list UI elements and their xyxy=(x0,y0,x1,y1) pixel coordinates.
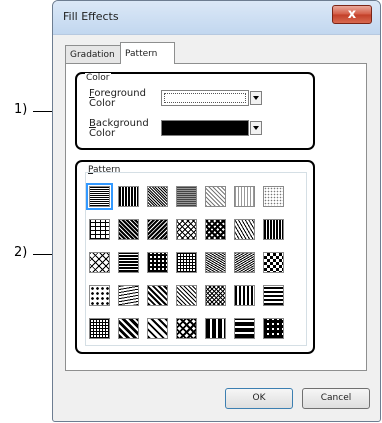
pattern-option-30[interactable] xyxy=(118,318,139,339)
pattern-option-12[interactable] xyxy=(205,219,226,240)
focus-indicator xyxy=(164,93,246,103)
pattern-group: Pattern xyxy=(75,160,315,354)
pattern-option-16[interactable] xyxy=(118,252,139,273)
pattern-option-21[interactable] xyxy=(263,252,284,273)
tab-pattern[interactable]: Pattern xyxy=(120,42,175,64)
pattern-option-31[interactable] xyxy=(147,318,168,339)
tab-gradation[interactable]: Gradation xyxy=(65,45,122,63)
pattern-option-24[interactable] xyxy=(147,285,168,306)
close-button[interactable]: x xyxy=(332,5,372,24)
pattern-option-32[interactable] xyxy=(176,318,197,339)
pattern-option-7[interactable] xyxy=(263,186,284,207)
dialog-title: Fill Effects xyxy=(63,10,119,23)
title-bar: Fill Effects x xyxy=(53,1,380,35)
pattern-option-1[interactable] xyxy=(86,183,113,210)
pattern-option-4[interactable] xyxy=(176,186,197,207)
pattern-option-8[interactable] xyxy=(89,219,110,240)
color-group: Color Foreground Color Background Color xyxy=(75,72,315,150)
background-color-dropdown[interactable] xyxy=(250,121,262,135)
callout-2: 2) xyxy=(14,245,28,260)
pattern-option-28[interactable] xyxy=(263,285,284,306)
pattern-option-15[interactable] xyxy=(89,252,110,273)
pattern-grid xyxy=(85,172,307,346)
pattern-option-11[interactable] xyxy=(176,219,197,240)
ok-button[interactable]: OK xyxy=(225,388,293,409)
color-group-title: Color xyxy=(85,73,111,83)
foreground-color-label-line2: Color xyxy=(89,98,116,109)
background-color-label: Background Color xyxy=(89,119,149,139)
pattern-option-25[interactable] xyxy=(176,285,197,306)
pattern-option-23[interactable] xyxy=(118,285,139,306)
foreground-color-swatch[interactable] xyxy=(161,90,249,106)
pattern-option-2[interactable] xyxy=(118,186,139,207)
pattern-option-35[interactable] xyxy=(263,318,284,339)
pattern-option-22[interactable] xyxy=(89,285,110,306)
pattern-option-17[interactable] xyxy=(147,252,168,273)
pattern-option-13[interactable] xyxy=(234,219,255,240)
foreground-color-label: Foreground Color xyxy=(89,89,146,109)
cancel-button[interactable]: Cancel xyxy=(302,388,370,409)
pattern-option-5[interactable] xyxy=(205,186,226,207)
pattern-option-6[interactable] xyxy=(234,186,255,207)
foreground-color-dropdown[interactable] xyxy=(250,91,262,105)
pattern-option-3[interactable] xyxy=(147,186,168,207)
pattern-option-29[interactable] xyxy=(89,318,110,339)
callout-1: 1) xyxy=(14,102,28,117)
pattern-option-26[interactable] xyxy=(205,285,226,306)
close-icon: x xyxy=(347,7,357,22)
pattern-option-19[interactable] xyxy=(205,252,226,273)
pattern-option-20[interactable] xyxy=(234,252,255,273)
pattern-option-10[interactable] xyxy=(147,219,168,240)
background-color-label-line2: Color xyxy=(89,128,116,139)
pattern-option-18[interactable] xyxy=(176,252,197,273)
pattern-option-34[interactable] xyxy=(234,318,255,339)
pattern-option-27[interactable] xyxy=(234,285,255,306)
pattern-option-14[interactable] xyxy=(263,219,284,240)
background-color-swatch[interactable] xyxy=(161,120,249,136)
pattern-option-9[interactable] xyxy=(118,219,139,240)
pattern-option-33[interactable] xyxy=(205,318,226,339)
